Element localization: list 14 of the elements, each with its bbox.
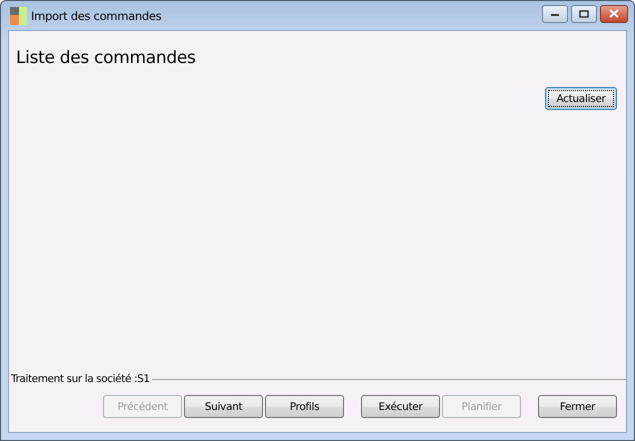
footer-button[interactable]: Suivant bbox=[184, 395, 263, 418]
maximize-button[interactable] bbox=[571, 4, 597, 22]
footer-button[interactable]: Exécuter bbox=[361, 395, 440, 418]
group-label: Traitement sur la société :S1 bbox=[11, 373, 150, 385]
app-icon bbox=[10, 6, 28, 24]
maximize-icon bbox=[579, 10, 589, 18]
footer-button[interactable]: Profils bbox=[265, 395, 344, 418]
page-heading: Liste des commandes bbox=[16, 48, 197, 68]
minimize-button[interactable] bbox=[542, 4, 568, 22]
footer-button[interactable]: Fermer bbox=[538, 395, 617, 418]
refresh-button[interactable]: Actualiser bbox=[545, 87, 617, 110]
close-button[interactable] bbox=[600, 4, 628, 22]
window-title: Import des commandes bbox=[31, 8, 162, 22]
close-icon bbox=[609, 9, 619, 18]
